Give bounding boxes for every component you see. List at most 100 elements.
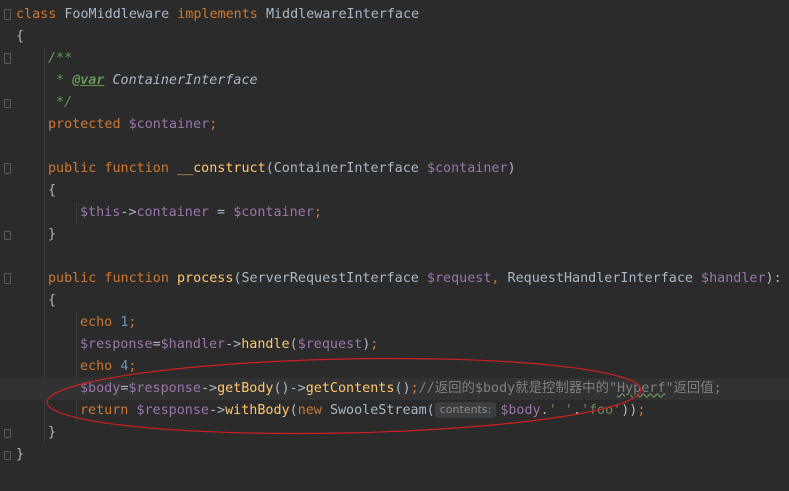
fold-marker-icon[interactable] <box>4 162 11 174</box>
code-token: $container <box>128 116 210 132</box>
code-token: . <box>540 402 549 418</box>
code-token: protected <box>48 116 129 132</box>
code-line[interactable]: echo 1; <box>0 312 789 334</box>
code-line[interactable]: */ <box>0 92 789 114</box>
code-token: )) <box>621 402 638 418</box>
code-line[interactable]: } <box>0 444 789 466</box>
code-token: public function <box>48 270 177 286</box>
code-text: { <box>48 180 56 202</box>
code-token: SwooleStream( <box>329 402 435 418</box>
fold-marker-icon[interactable] <box>4 272 11 284</box>
code-token: @var <box>72 72 105 88</box>
code-token: getContents <box>305 380 395 396</box>
code-token: ( <box>289 402 298 418</box>
code-token: -> <box>209 402 226 418</box>
code-token: ; <box>209 116 218 132</box>
code-text: $this->container = $container; <box>80 202 322 224</box>
code-line[interactable]: * @var ContainerInterface <box>0 70 789 92</box>
code-text: */ <box>48 92 72 114</box>
code-token: $container <box>233 204 314 220</box>
code-token: echo <box>80 314 121 330</box>
code-token: process <box>177 270 234 286</box>
code-token: $handler <box>701 270 766 286</box>
code-token: (ServerRequestInterface <box>233 270 427 286</box>
code-text: $response=$handler->handle($request); <box>80 334 378 356</box>
code-token: getBody <box>217 380 274 396</box>
code-token: $request <box>297 336 363 352</box>
code-line[interactable]: public function __construct(ContainerInt… <box>0 158 789 180</box>
code-token: ; <box>637 402 646 418</box>
code-line[interactable]: $body=$response->getBody()->getContents(… <box>0 377 789 400</box>
code-token: implements <box>177 6 266 22</box>
code-text: * @var ContainerInterface <box>48 70 258 92</box>
code-text: echo 1; <box>80 312 136 334</box>
code-text: } <box>48 224 56 246</box>
code-text: class FooMiddleware implements Middlewar… <box>16 4 419 26</box>
code-token: } <box>48 226 57 242</box>
code-token: ()-> <box>273 380 306 396</box>
code-token: ; <box>370 336 379 352</box>
code-token: -> <box>225 336 242 352</box>
code-line[interactable] <box>0 246 789 268</box>
code-line[interactable]: echo 4; <box>0 356 789 378</box>
code-token: /** <box>48 50 73 66</box>
code-line[interactable]: return $response->withBody(new SwooleStr… <box>0 400 789 422</box>
code-token: ) <box>507 160 516 176</box>
code-token: ContainerInterface <box>112 72 258 88</box>
fold-marker-icon[interactable] <box>4 428 11 438</box>
code-token: handle <box>241 336 290 352</box>
fold-marker-icon[interactable] <box>4 8 11 20</box>
code-token: 'foo' <box>580 402 622 418</box>
code-line[interactable]: { <box>0 290 789 312</box>
code-token: $this <box>80 204 121 220</box>
fold-marker-icon[interactable] <box>4 98 11 108</box>
code-line[interactable]: public function process(ServerRequestInt… <box>0 268 789 290</box>
code-token: "返回值; <box>665 380 722 396</box>
code-token: ; <box>313 204 322 220</box>
code-line[interactable]: protected $container; <box>0 114 789 136</box>
code-line[interactable]: /** <box>0 48 789 70</box>
fold-marker-icon[interactable] <box>4 52 11 64</box>
code-text: $body=$response->getBody()->getContents(… <box>80 378 722 400</box>
code-token: withBody <box>225 402 290 418</box>
code-token: . <box>572 402 581 418</box>
code-token: */ <box>48 94 73 110</box>
code-token: } <box>16 446 25 462</box>
code-text: { <box>16 26 24 48</box>
code-line[interactable]: class FooMiddleware implements Middlewar… <box>0 4 789 26</box>
code-token: } <box>48 424 57 440</box>
code-line[interactable]: } <box>0 224 789 246</box>
code-token: $handler <box>160 336 226 352</box>
code-line[interactable]: $this->container = $container; <box>0 202 789 224</box>
code-text: public function process(ServerRequestInt… <box>48 268 789 290</box>
code-editor[interactable]: class FooMiddleware implements Middlewar… <box>0 0 789 491</box>
fold-marker-icon[interactable] <box>4 450 11 460</box>
code-token: Hyperf <box>617 380 666 396</box>
code-line[interactable]: } <box>0 422 789 444</box>
code-text: return $response->withBody(new SwooleStr… <box>80 400 645 422</box>
code-token: -> <box>200 380 218 396</box>
fold-marker-icon[interactable] <box>4 230 11 240</box>
code-token: -> <box>120 204 137 220</box>
code-token: //返回的$body就是控制器中的" <box>418 380 618 396</box>
code-token: RequestHandlerInterface <box>507 270 702 286</box>
code-token: '_' <box>548 402 573 418</box>
code-text: protected $container; <box>48 114 217 136</box>
code-token: $request <box>426 270 492 286</box>
code-token: = <box>209 204 234 220</box>
code-line[interactable]: { <box>0 26 789 48</box>
code-token: FooMiddleware <box>64 6 178 22</box>
code-token: { <box>48 292 57 308</box>
code-token: = <box>152 336 161 352</box>
code-line[interactable]: $response=$handler->handle($request); <box>0 334 789 356</box>
code-line[interactable] <box>0 136 789 158</box>
code-token: ( <box>289 336 298 352</box>
code-token: ): R <box>765 270 782 286</box>
code-token: { <box>16 28 25 44</box>
code-token: ; <box>128 314 137 330</box>
code-token: ; <box>128 358 137 374</box>
code-token: new <box>297 402 330 418</box>
code-token: * <box>48 72 73 88</box>
code-line[interactable]: { <box>0 180 789 202</box>
code-token: { <box>48 182 57 198</box>
